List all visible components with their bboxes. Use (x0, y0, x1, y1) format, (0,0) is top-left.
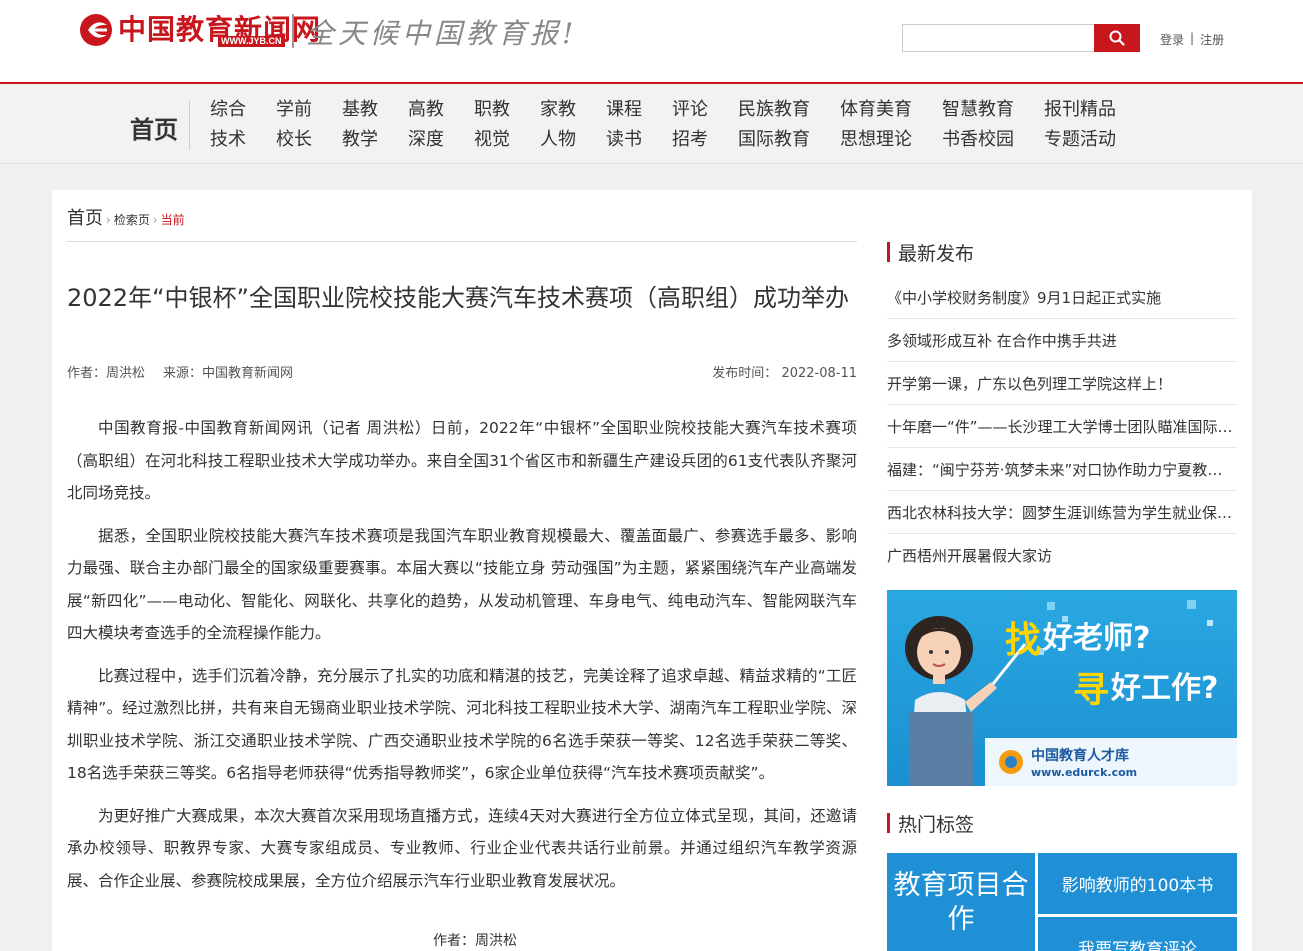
section-bar (887, 813, 890, 833)
list-item: 福建：“闽宁芬芳·筑梦未来”对口协作助力宁夏教育发展 (887, 448, 1237, 491)
auth-separator: | (1190, 31, 1195, 45)
svg-text:寻: 寻 (1073, 670, 1109, 711)
nav-item-pinglun[interactable]: 评论 (672, 99, 708, 121)
hot-tags-section-title: 热门标签 (887, 811, 974, 836)
nav-item-zhihui[interactable]: 智慧教育 (942, 99, 1014, 121)
nav-item-gaojiao[interactable]: 高教 (408, 99, 444, 121)
main-nav: 首页 综合 学前 基教 高教 职教 家教 课程 评论 民族教育 体育美育 智慧教… (0, 86, 1303, 164)
logo-divider (292, 14, 294, 48)
register-link[interactable]: 注册 (1200, 31, 1224, 48)
nav-item-guoji[interactable]: 国际教育 (738, 129, 810, 151)
article-end-author: 作者：周洪松 (433, 933, 517, 949)
site-logo[interactable]: 中国教育新闻网 WWW.JYB.CN (78, 10, 321, 50)
nav-item-shendu[interactable]: 深度 (408, 129, 444, 151)
search-input[interactable] (902, 24, 1094, 52)
article-body: 中国教育报-中国教育新闻网讯（记者 周洪松）日前，2022年“中银杯”全国职业院… (67, 412, 857, 907)
nav-item-zhaokao[interactable]: 招考 (672, 129, 708, 151)
nav-item-shijue[interactable]: 视觉 (474, 129, 510, 151)
nav-item-jiaoxue[interactable]: 教学 (342, 129, 378, 151)
article-title: 2022年“中银杯”全国职业院校技能大赛汽车技术赛项（高职组）成功举办 (67, 284, 849, 312)
news-link[interactable]: 多领域形成互补 在合作中携手共进 (887, 330, 1237, 351)
site-header: 中国教育新闻网 WWW.JYB.CN 全天候中国教育报! 登录 | 注册 (0, 0, 1303, 84)
publish-date: 2022-08-11 (781, 366, 857, 381)
list-item: 十年磨一“件”——长沙理工大学博士团队瞄准国际前沿攻关 (887, 405, 1237, 448)
news-link[interactable]: 福建：“闽宁芬芳·筑梦未来”对口协作助力宁夏教育发展 (887, 459, 1237, 480)
breadcrumb-arrow-icon: › (152, 213, 158, 227)
nav-item-xiaozhang[interactable]: 校长 (276, 129, 312, 151)
nav-item-zhuanti[interactable]: 专题活动 (1044, 129, 1116, 151)
sidebar: 最新发布 《中小学校财务制度》9月1日起正式实施 多领域形成互补 在合作中携手共… (887, 240, 1237, 951)
list-item: 多领域形成互补 在合作中携手共进 (887, 319, 1237, 362)
logo-mark-icon (80, 14, 112, 46)
nav-item-jijiao[interactable]: 基教 (342, 99, 378, 121)
article-paragraph: 中国教育报-中国教育新闻网讯（记者 周洪松）日前，2022年“中银杯”全国职业院… (67, 419, 857, 502)
search-button[interactable] (1094, 24, 1140, 52)
breadcrumb-arrow-icon: › (106, 213, 111, 227)
list-item: 广西梧州开展暑假大家访 (887, 534, 1237, 577)
auth-links: 登录 | 注册 (1160, 31, 1224, 48)
tag-teacher-books[interactable]: 影响教师的100本书 (1038, 853, 1237, 914)
news-link[interactable]: 西北农林科技大学：圆梦生涯训练营为学生就业保驾护航 (887, 502, 1237, 523)
breadcrumb-current: 当前 (160, 213, 185, 227)
nav-item-sixiang[interactable]: 思想理论 (840, 129, 912, 151)
nav-home[interactable]: 首页 (130, 110, 178, 145)
nav-item-renwu[interactable]: 人物 (540, 129, 576, 151)
svg-text:好老师?: 好老师? (1042, 621, 1150, 656)
breadcrumb-home[interactable]: 首页 (67, 204, 103, 230)
breadcrumb-search[interactable]: 检索页 (114, 211, 150, 228)
svg-text:中国教育人才库: 中国教育人才库 (1031, 747, 1129, 764)
ad-banner[interactable]: 找 好老师? 寻 好工作? 中国教育人才库 www.edurck.com (887, 590, 1237, 786)
list-item: 西北农林科技大学：圆梦生涯训练营为学生就业保驾护航 (887, 491, 1237, 534)
site-slogan: 全天候中国教育报! (306, 17, 578, 50)
ad-banner-art: 找 好老师? 寻 好工作? 中国教育人才库 www.edurck.com (887, 590, 1237, 786)
search-icon (1109, 30, 1125, 46)
breadcrumb: 首页 › 检索页 › 当前 (67, 204, 185, 230)
list-item: 《中小学校财务制度》9月1日起正式实施 (887, 276, 1237, 319)
news-link[interactable]: 开学第一课，广东以色列理工学院这样上！ (887, 373, 1237, 394)
nav-separator (189, 100, 190, 150)
news-link[interactable]: 《中小学校财务制度》9月1日起正式实施 (887, 287, 1237, 308)
tag-education-project[interactable]: 教育项目合作 (887, 853, 1035, 951)
breadcrumb-divider (67, 241, 857, 242)
source-label: 来源： (163, 366, 203, 381)
svg-text:找: 找 (1005, 620, 1041, 661)
nav-item-tiyu[interactable]: 体育美育 (840, 99, 912, 121)
nav-item-zonghe[interactable]: 综合 (210, 99, 246, 121)
nav-item-jiajiao[interactable]: 家教 (540, 99, 576, 121)
source-name: 中国教育新闻网 (202, 366, 294, 381)
latest-section-title: 最新发布 (887, 240, 1237, 265)
nav-item-kecheng[interactable]: 课程 (606, 99, 642, 121)
login-link[interactable]: 登录 (1160, 31, 1184, 48)
news-link[interactable]: 广西梧州开展暑假大家访 (887, 545, 1237, 566)
nav-item-baokan[interactable]: 报刊精品 (1044, 99, 1116, 121)
nav-item-shuxiang[interactable]: 书香校园 (942, 129, 1014, 151)
list-item: 开学第一课，广东以色列理工学院这样上！ (887, 362, 1237, 405)
logo-url: WWW.JYB.CN (218, 36, 285, 47)
latest-news-list: 《中小学校财务制度》9月1日起正式实施 多领域形成互补 在合作中携手共进 开学第… (887, 276, 1237, 577)
author-label: 作者： (67, 366, 107, 381)
nav-item-zhijiao[interactable]: 职教 (474, 99, 510, 121)
article-paragraph: 比赛过程中，选手们沉着冷静，充分展示了扎实的功底和精湛的技艺，完美诠释了追求卓越… (67, 666, 857, 783)
nav-item-xueqian[interactable]: 学前 (276, 99, 312, 121)
nav-item-jishu[interactable]: 技术 (210, 129, 246, 151)
article-paragraph: 据悉，全国职业院校技能大赛汽车技术赛项是我国汽车职业教育规模最大、覆盖面最广、参… (67, 526, 857, 643)
svg-text:www.edurck.com: www.edurck.com (1031, 766, 1137, 779)
date-label: 发布时间： (712, 366, 778, 381)
article-meta: 作者： 周洪松 来源： 中国教育新闻网 发布时间： 2022-08-11 (67, 362, 857, 381)
hot-tags-grid: 教育项目合作 影响教师的100本书 我要写教育评论 (887, 853, 1237, 951)
article-paragraph: 为更好推广大赛成果，本次大赛首次采用现场直播方式，连续4天对大赛进行全方位立体式… (67, 806, 857, 890)
news-link[interactable]: 十年磨一“件”——长沙理工大学博士团队瞄准国际前沿攻关 (887, 416, 1237, 437)
search-box (902, 24, 1140, 52)
nav-item-minzu[interactable]: 民族教育 (738, 99, 810, 121)
content-container: 首页 › 检索页 › 当前 2022年“中银杯”全国职业院校技能大赛汽车技术赛项… (52, 190, 1252, 951)
nav-item-dushu[interactable]: 读书 (606, 129, 642, 151)
section-bar (887, 242, 890, 262)
author-name: 周洪松 (106, 366, 146, 381)
tag-write-commentary[interactable]: 我要写教育评论 (1038, 917, 1237, 951)
svg-text:好工作?: 好工作? (1110, 671, 1218, 706)
